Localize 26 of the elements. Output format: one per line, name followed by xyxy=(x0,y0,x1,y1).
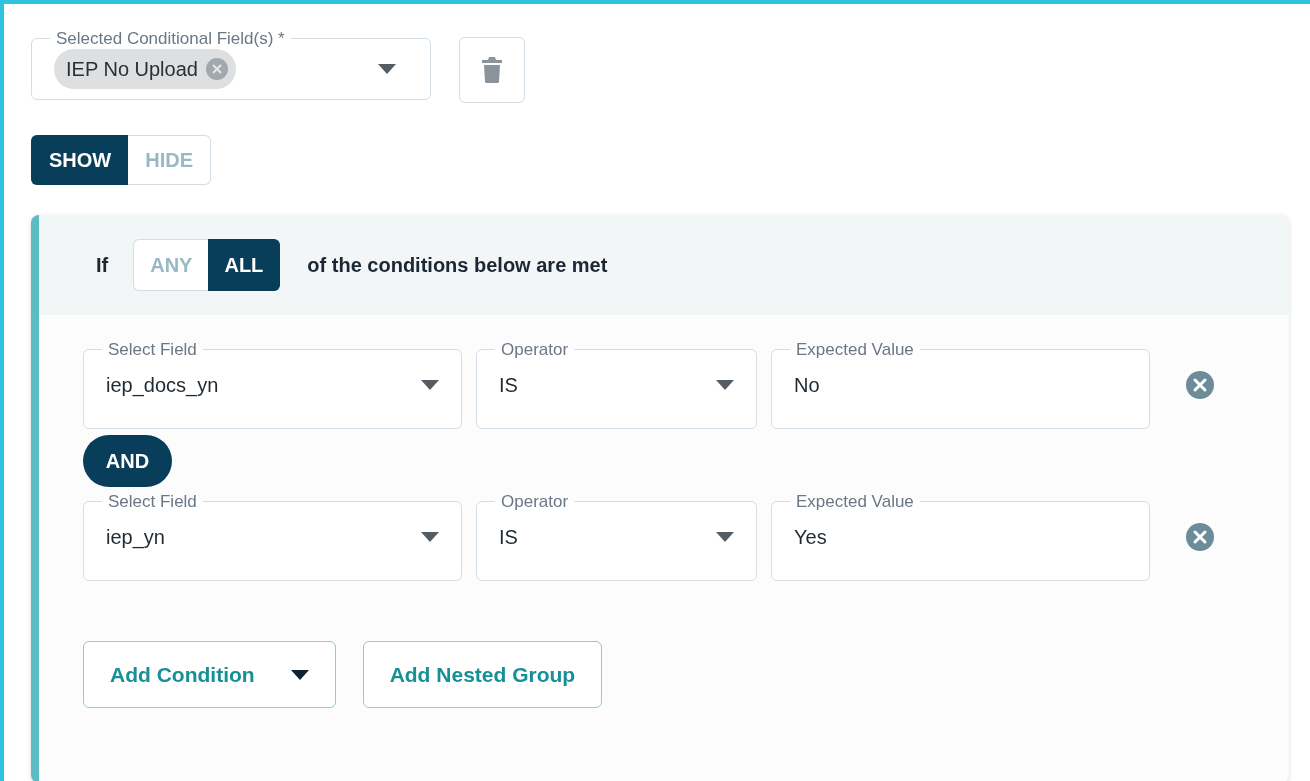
if-label: If xyxy=(96,253,109,278)
caret-icon xyxy=(716,380,734,390)
operator-field[interactable]: Operator IS xyxy=(476,493,757,581)
conditional-fields-select[interactable]: Selected Conditional Field(s) * IEP No Upload xyxy=(31,30,431,100)
select-field[interactable]: Select Field iep_yn xyxy=(83,493,462,581)
select-field[interactable]: Select Field iep_docs_yn xyxy=(83,341,462,429)
caret-icon xyxy=(421,532,439,542)
remove-chip-icon[interactable] xyxy=(205,58,228,80)
expected-value-field[interactable]: Expected Value Yes xyxy=(771,493,1150,581)
add-nested-group-button[interactable]: Add Nested Group xyxy=(362,641,603,708)
conditions-label: of the conditions below are met xyxy=(307,253,608,278)
caret-icon xyxy=(290,669,309,680)
caret-icon xyxy=(716,532,734,542)
trash-icon xyxy=(482,57,502,83)
toggle-option[interactable]: SHOW xyxy=(31,135,129,185)
field-chip: IEP No Upload xyxy=(54,49,236,89)
caret-icon xyxy=(421,380,439,390)
and-badge: AND xyxy=(83,435,172,487)
close-icon[interactable] xyxy=(1186,371,1214,399)
add-condition-button[interactable]: Add Condition xyxy=(83,641,336,708)
delete-button[interactable] xyxy=(459,37,525,103)
operator-field[interactable]: Operator IS xyxy=(476,341,757,429)
close-icon[interactable] xyxy=(1186,523,1214,551)
toggle-option[interactable]: ALL xyxy=(208,239,281,291)
caret-icon xyxy=(378,64,396,74)
expected-value-field[interactable]: Expected Value No xyxy=(771,341,1150,429)
